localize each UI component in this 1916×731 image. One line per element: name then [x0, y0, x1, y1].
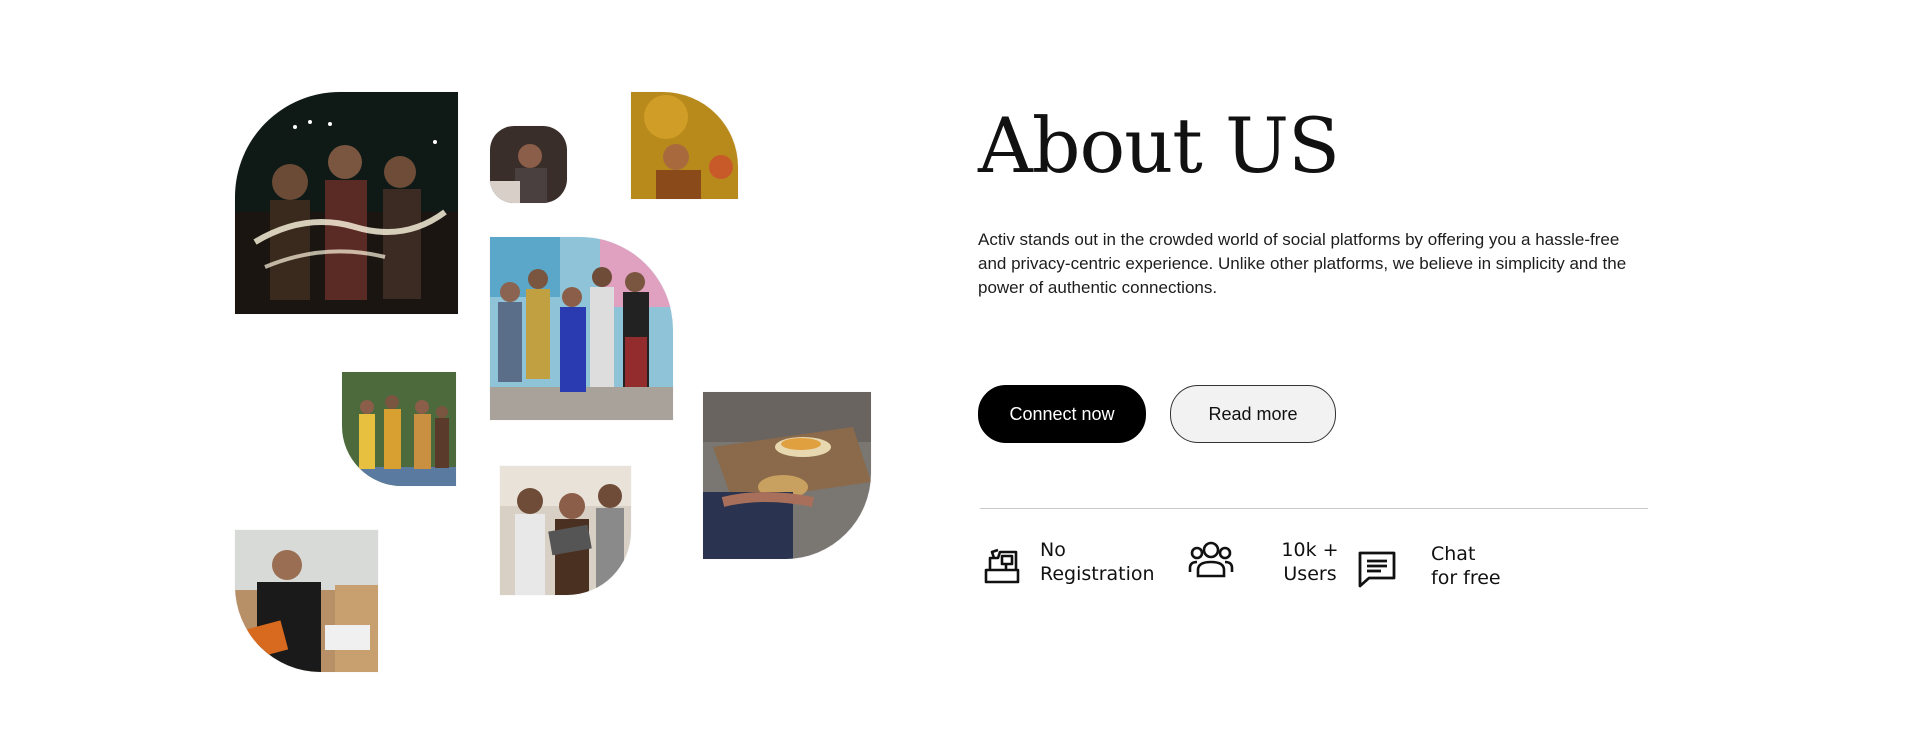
- feature-line2: Registration: [1040, 563, 1155, 585]
- page-title: About US: [978, 101, 1340, 190]
- feature-line1: Chat: [1431, 543, 1476, 565]
- divider: [980, 508, 1648, 509]
- photo-food-plate: [703, 392, 871, 559]
- users-group-icon: [1188, 541, 1234, 578]
- cash-register-icon: [984, 548, 1020, 584]
- chat-icon: [1358, 551, 1396, 588]
- read-more-button[interactable]: Read more: [1170, 385, 1336, 443]
- about-section: About US Activ stands out in the crowded…: [978, 108, 1658, 300]
- cta-buttons: Connect now Read more: [978, 385, 1336, 443]
- feature-users: 10k + Users: [1188, 538, 1339, 585]
- photo-sparklers-celebration: [235, 92, 458, 314]
- photo-woman-eating: [490, 126, 567, 203]
- photo-friends-tablet: [500, 466, 631, 595]
- photo-businessman-smiling: [235, 530, 378, 672]
- feature-chat: Chat for free: [1357, 538, 1501, 592]
- photo-dancing-women: [342, 372, 456, 486]
- feature-line1: 10k +: [1281, 539, 1339, 561]
- photo-holi-colors: [631, 92, 738, 199]
- about-description: Activ stands out in the crowded world of…: [978, 230, 1627, 297]
- feature-no-registration: No Registration: [982, 538, 1155, 586]
- connect-now-button[interactable]: Connect now: [978, 385, 1146, 443]
- feature-line1: No: [1040, 539, 1066, 561]
- feature-line2: for free: [1431, 567, 1501, 589]
- feature-line2: Users: [1283, 563, 1337, 585]
- photo-friends-group-street: [490, 237, 673, 420]
